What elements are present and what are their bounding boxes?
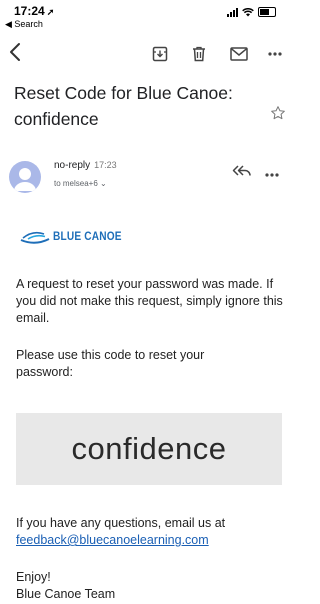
trash-icon [193,46,205,62]
recipients-details[interactable]: to melsea+6 ⌄ [54,179,107,188]
status-time: 17:24 ➚ [14,4,55,18]
email-paragraph: Please use this code to reset your passw… [16,348,205,379]
star-button[interactable] [270,105,286,126]
star-icon [271,106,285,120]
canoe-logo-icon [20,231,50,244]
avatar[interactable] [9,161,41,193]
support-email-container: feedback@bluecanoelearning.com [16,532,284,549]
location-icon: ➚ [46,7,55,17]
email-subject: Reset Code for Blue Canoe: confidence [14,83,233,129]
message-more-button[interactable] [265,164,279,182]
person-icon [14,168,36,191]
support-email-link[interactable]: feedback@bluecanoelearning.com [16,533,209,547]
delete-button[interactable] [189,44,209,64]
email-paragraph: A request to reset your password was mad… [16,277,283,325]
reply-all-button[interactable] [232,164,252,183]
back-icon [10,43,20,61]
signoff-line: Enjoy! [16,570,51,584]
reply-all-icon [232,165,251,176]
mark-unread-button[interactable] [229,44,249,64]
logo-text: BLUE CANOE [53,231,122,243]
back-button[interactable] [8,42,22,67]
archive-icon [152,46,168,62]
sender-line[interactable]: no-reply 17:23 [54,160,117,171]
signal-icon [227,7,238,17]
more-icon [268,52,282,56]
status-icons [227,7,276,17]
more-icon [265,173,279,177]
more-button[interactable] [265,44,285,64]
sender-name: no-reply [54,160,91,171]
blue-canoe-logo: BLUE CANOE [20,227,131,247]
wifi-icon [242,7,254,16]
back-to-search-link[interactable]: ◀ Search [5,19,43,30]
mail-icon [230,47,248,61]
reset-code: confidence [71,431,227,466]
battery-icon [258,7,276,17]
email-paragraph: If you have any questions, email us at [16,516,226,530]
sent-time: 17:23 [94,160,117,170]
archive-button[interactable] [150,44,170,64]
reset-code-box: confidence [16,413,282,485]
signoff-team: Blue Canoe Team [16,587,116,601]
